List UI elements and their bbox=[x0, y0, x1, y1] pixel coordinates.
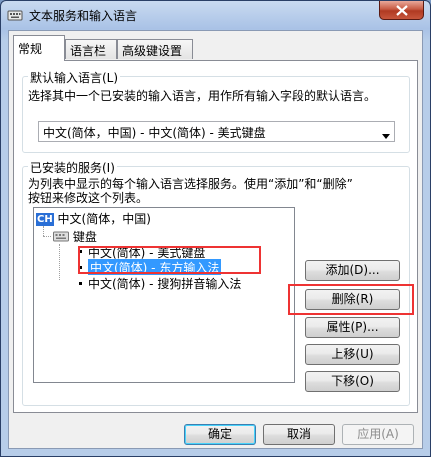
tree-connector bbox=[59, 244, 60, 280]
annotation-highlight-selected-item bbox=[78, 246, 261, 274]
default-language-title: 默认输入语言(L) bbox=[28, 69, 121, 86]
tab-strip: 常规 语言栏 高级键设置 bbox=[9, 31, 424, 61]
tree-language-label: 中文(简体，中国) bbox=[57, 212, 151, 226]
chevron-down-icon bbox=[382, 128, 390, 142]
installed-services-description-2: 按钮来修改这个列表。 bbox=[28, 191, 149, 205]
apply-button[interactable]: 应用(A) bbox=[342, 424, 414, 445]
annotation-highlight-remove bbox=[288, 284, 414, 315]
dialog-window: 文本服务和输入语言 常规 语言栏 高级键设置 默认输入语言(L) 选择其中一个已… bbox=[0, 0, 431, 457]
tree-keyboard-node[interactable]: 键盘 bbox=[53, 228, 97, 244]
service-item-label: 中文(简体) - 搜狗拼音输入法 bbox=[88, 277, 242, 291]
window-title: 文本服务和输入语言 bbox=[29, 9, 138, 23]
tree-bullet bbox=[79, 282, 82, 285]
move-down-button[interactable]: 下移(O) bbox=[305, 371, 400, 392]
services-tree[interactable]: CH 中文(简体，中国) 键盘 中文(简体) - 美式键盘 中文(简体) - 东… bbox=[33, 207, 295, 383]
installed-services-title: 已安装的服务(I) bbox=[28, 159, 117, 176]
tree-language-node[interactable]: CH 中文(简体，中国) bbox=[36, 210, 151, 226]
default-language-value: 中文(简体，中国) - 中文(简体) - 美式键盘 bbox=[43, 126, 266, 140]
keyboard-app-icon bbox=[7, 7, 23, 23]
tab-general[interactable]: 常规 bbox=[13, 35, 65, 61]
ok-button[interactable]: 确定 bbox=[184, 424, 256, 445]
properties-button[interactable]: 属性(P)... bbox=[305, 317, 400, 338]
default-language-select[interactable]: 中文(简体，中国) - 中文(简体) - 美式键盘 bbox=[38, 121, 395, 142]
tree-category-label: 键盘 bbox=[72, 230, 97, 244]
tab-advanced-key-settings[interactable]: 高级键设置 bbox=[117, 39, 193, 59]
move-up-button[interactable]: 上移(U) bbox=[305, 344, 400, 365]
dialog-body: 常规 语言栏 高级键设置 默认输入语言(L) 选择其中一个已安装的输入语言，用作… bbox=[8, 30, 423, 449]
keyboard-icon bbox=[53, 230, 69, 245]
tab-language-bar[interactable]: 语言栏 bbox=[65, 39, 117, 59]
tree-service-item[interactable]: 中文(简体) - 搜狗拼音输入法 bbox=[88, 275, 241, 291]
general-tab-panel: 默认输入语言(L) 选择其中一个已安装的输入语言，用作所有输入字段的默认语言。 … bbox=[13, 60, 418, 413]
language-badge: CH bbox=[36, 213, 54, 226]
tree-connector bbox=[43, 236, 51, 237]
close-button[interactable] bbox=[379, 1, 424, 20]
cancel-button[interactable]: 取消 bbox=[263, 424, 335, 445]
title-bar[interactable]: 文本服务和输入语言 bbox=[1, 1, 430, 29]
tree-connector bbox=[43, 226, 44, 236]
add-button[interactable]: 添加(D)... bbox=[305, 260, 400, 281]
default-language-description: 选择其中一个已安装的输入语言，用作所有输入字段的默认语言。 bbox=[28, 89, 377, 103]
